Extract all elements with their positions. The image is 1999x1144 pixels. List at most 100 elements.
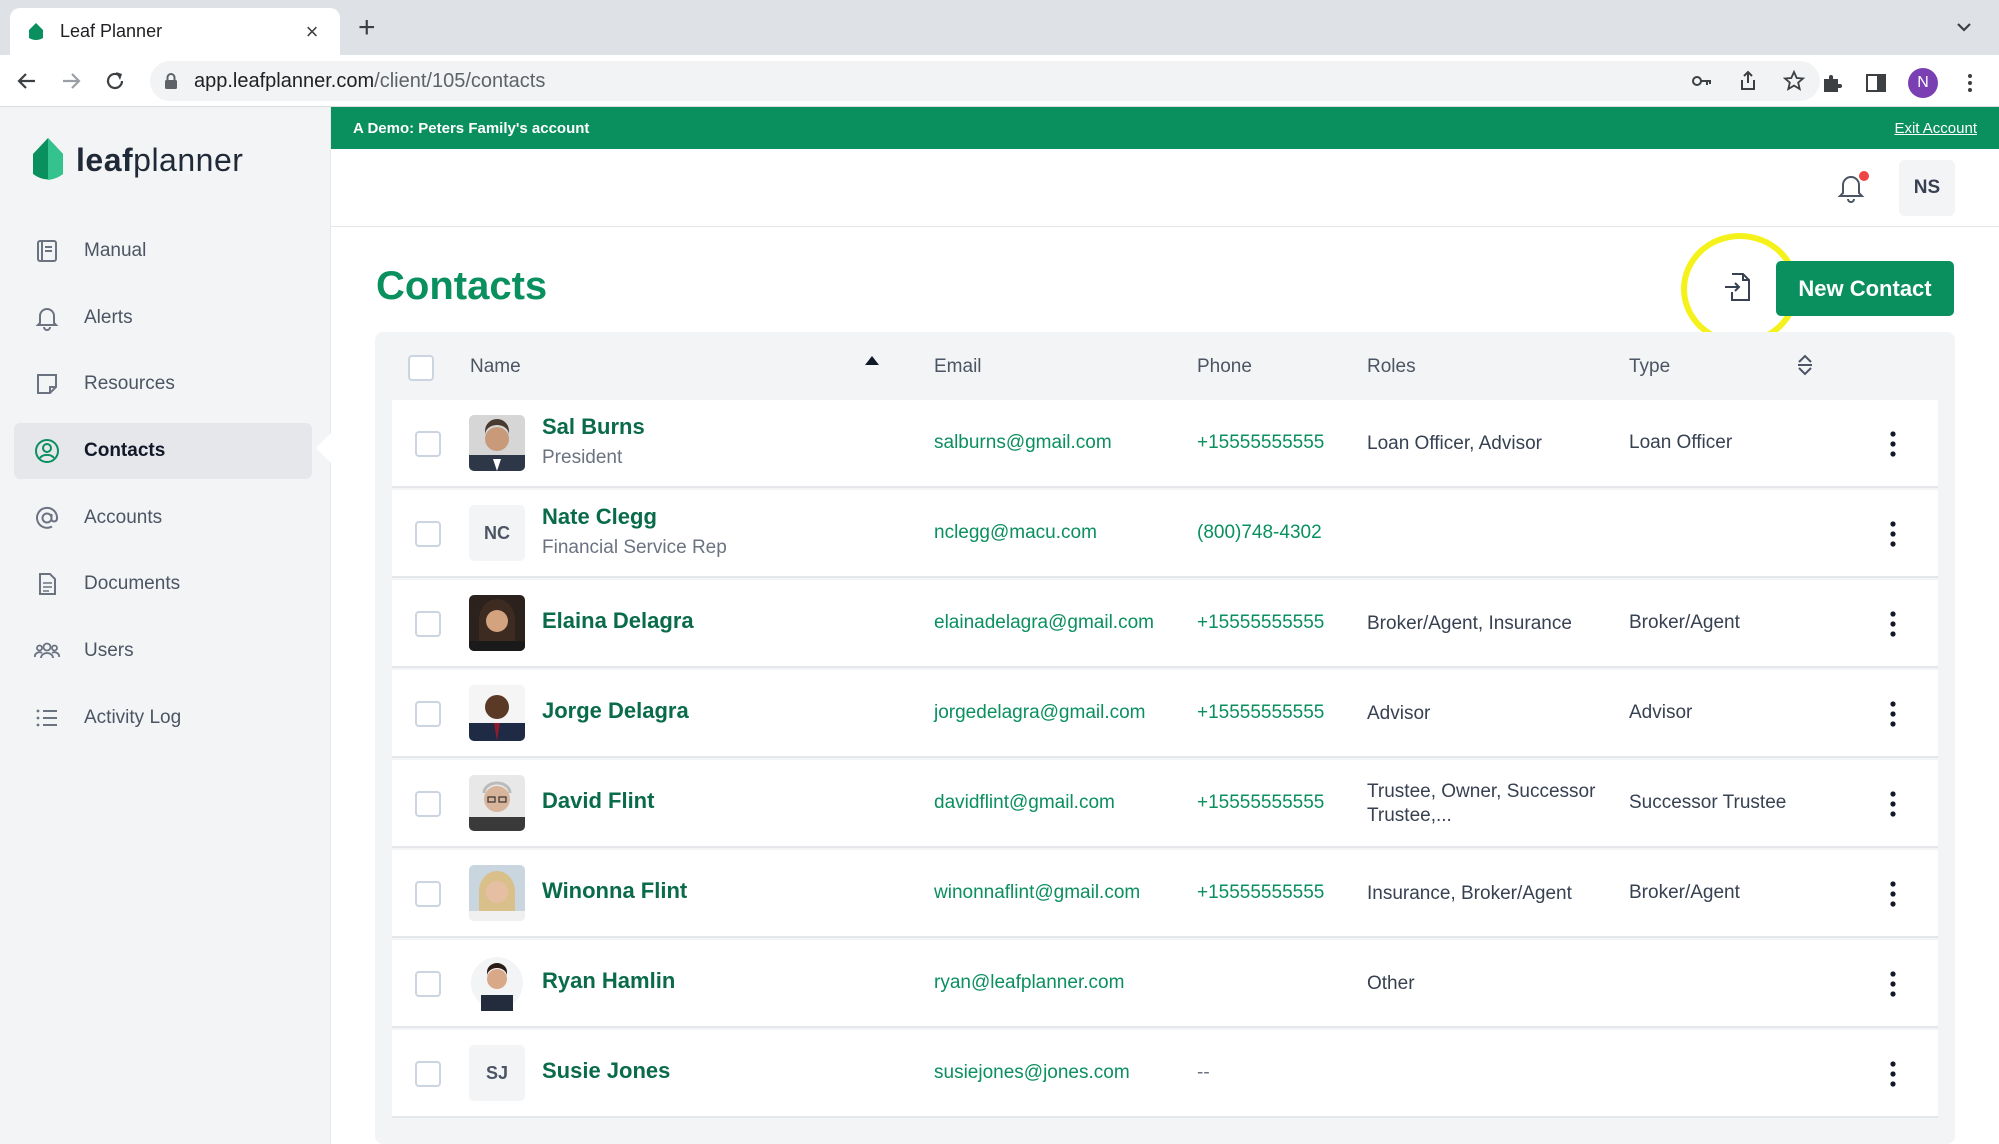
contact-email[interactable]: jorgedelagra@gmail.com <box>934 702 1146 724</box>
sort-asc-icon[interactable] <box>865 356 879 365</box>
select-all-checkbox[interactable] <box>408 355 434 381</box>
document-icon <box>39 573 56 596</box>
contact-name[interactable]: Nate Clegg <box>542 504 657 530</box>
more-vert-icon[interactable] <box>1889 970 1897 998</box>
more-vert-icon[interactable] <box>1889 610 1897 638</box>
sidebar-item-accounts[interactable]: Accounts <box>14 490 312 546</box>
contact-name[interactable]: Ryan Hamlin <box>542 968 675 994</box>
note-icon <box>37 374 57 395</box>
contact-roles: Trustee, Owner, Successor Trustee,... <box>1367 781 1596 826</box>
column-header-name[interactable]: Name <box>470 356 521 378</box>
contact-phone[interactable]: +15555555555 <box>1197 792 1324 814</box>
address-bar[interactable]: app.leafplanner.com/client/105/contacts <box>150 61 1820 101</box>
row-checkbox[interactable] <box>415 701 441 727</box>
lock-icon <box>165 73 177 89</box>
contact-email[interactable]: davidflint@gmail.com <box>934 792 1115 814</box>
table-row[interactable]: Jorge Delagra jorgedelagra@gmail.com +15… <box>392 670 1938 758</box>
contact-name[interactable]: Elaina Delagra <box>542 608 694 634</box>
contact-name[interactable]: Sal Burns <box>542 414 645 440</box>
key-icon[interactable] <box>1690 69 1714 93</box>
sidebar-item-contacts[interactable]: Contacts <box>14 423 312 480</box>
more-vert-icon[interactable] <box>1958 71 1982 95</box>
users-icon <box>34 642 60 659</box>
app-logo[interactable]: leafplanner <box>30 137 243 183</box>
sidebar-item-resources[interactable]: Resources <box>14 356 312 412</box>
row-checkbox[interactable] <box>415 881 441 907</box>
profile-avatar[interactable]: N <box>1908 68 1938 98</box>
star-icon[interactable] <box>1782 69 1806 93</box>
reload-icon[interactable] <box>102 68 128 94</box>
chevron-down-icon[interactable] <box>1953 16 1975 38</box>
table-row[interactable]: Elaina Delagra elainadelagra@gmail.com +… <box>392 580 1938 668</box>
column-header-email[interactable]: Email <box>934 356 982 378</box>
forward-arrow-icon[interactable] <box>58 68 84 94</box>
contact-phone[interactable]: +15555555555 <box>1197 882 1324 904</box>
side-panel-icon[interactable] <box>1864 71 1888 95</box>
avatar <box>469 415 525 471</box>
contact-type: Loan Officer <box>1629 432 1733 453</box>
contact-phone[interactable]: (800)748-4302 <box>1197 522 1322 544</box>
contact-name[interactable]: Susie Jones <box>542 1058 670 1084</box>
leaf-logo-icon <box>33 138 63 180</box>
contact-title: Financial Service Rep <box>542 537 727 558</box>
column-header-type[interactable]: Type <box>1629 356 1670 378</box>
table-row[interactable]: Winonna Flint winonnaflint@gmail.com +15… <box>392 850 1938 938</box>
more-vert-icon[interactable] <box>1889 880 1897 908</box>
avatar <box>469 955 525 1011</box>
share-icon[interactable] <box>1736 69 1760 93</box>
more-vert-icon[interactable] <box>1889 520 1897 548</box>
new-contact-button[interactable]: New Contact <box>1776 261 1954 316</box>
table-row[interactable]: NC Nate Clegg Financial Service Rep ncle… <box>392 490 1938 578</box>
more-vert-icon[interactable] <box>1889 1060 1897 1088</box>
row-checkbox[interactable] <box>415 431 441 457</box>
contact-email[interactable]: nclegg@macu.com <box>934 522 1097 544</box>
table-row[interactable]: David Flint davidflint@gmail.com +155555… <box>392 760 1938 848</box>
table-header: Name Email Phone Roles Type <box>375 332 1955 400</box>
contact-email[interactable]: salburns@gmail.com <box>934 432 1112 454</box>
column-header-roles[interactable]: Roles <box>1367 356 1416 378</box>
column-header-phone[interactable]: Phone <box>1197 356 1252 378</box>
table-row[interactable]: Sal Burns President salburns@gmail.com +… <box>392 400 1938 488</box>
table-row[interactable]: SJ Susie Jones susiejones@jones.com -- <box>392 1030 1938 1118</box>
sidebar-nav: Manual Alerts Resources Contacts Account… <box>14 223 312 757</box>
contact-email[interactable]: susiejones@jones.com <box>934 1062 1130 1084</box>
contact-email[interactable]: elainadelagra@gmail.com <box>934 612 1154 634</box>
demo-account-banner: A Demo: Peters Family's account Exit Acc… <box>331 107 1999 149</box>
puzzle-extension-icon[interactable] <box>1820 71 1844 95</box>
contact-phone[interactable]: +15555555555 <box>1197 702 1324 724</box>
sidebar-item-label: Activity Log <box>84 706 182 728</box>
demo-account-text: A Demo: Peters Family's account <box>353 119 590 137</box>
contact-name[interactable]: Winonna Flint <box>542 878 687 904</box>
exit-account-link[interactable]: Exit Account <box>1894 120 1977 137</box>
row-checkbox[interactable] <box>415 791 441 817</box>
contacts-table: Name Email Phone Roles Type Sal Burns Pr… <box>375 332 1955 1144</box>
contact-name[interactable]: David Flint <box>542 788 654 814</box>
sidebar: leafplanner Manual Alerts Resources Cont… <box>0 107 331 1144</box>
contact-email[interactable]: winonnaflint@gmail.com <box>934 882 1140 904</box>
new-tab-icon[interactable]: + <box>358 13 376 43</box>
table-row[interactable]: Ryan Hamlin ryan@leafplanner.com Other <box>392 940 1938 1028</box>
row-checkbox[interactable] <box>415 521 441 547</box>
contact-name[interactable]: Jorge Delagra <box>542 698 689 724</box>
row-checkbox[interactable] <box>415 971 441 997</box>
sidebar-item-alerts[interactable]: Alerts <box>14 290 312 346</box>
sidebar-item-documents[interactable]: Documents <box>14 556 312 612</box>
more-vert-icon[interactable] <box>1889 790 1897 818</box>
user-avatar[interactable]: NS <box>1899 160 1955 216</box>
sidebar-item-manual[interactable]: Manual <box>14 223 312 279</box>
contact-email[interactable]: ryan@leafplanner.com <box>934 972 1124 994</box>
sidebar-item-activity-log[interactable]: Activity Log <box>14 690 312 746</box>
notification-dot <box>1859 171 1869 181</box>
more-vert-icon[interactable] <box>1889 430 1897 458</box>
active-nav-pointer <box>316 432 332 464</box>
sort-toggle-icon[interactable] <box>1795 352 1815 378</box>
row-checkbox[interactable] <box>415 611 441 637</box>
browser-tab[interactable]: Leaf Planner × <box>10 8 340 55</box>
contact-phone[interactable]: +15555555555 <box>1197 612 1324 634</box>
row-checkbox[interactable] <box>415 1061 441 1087</box>
more-vert-icon[interactable] <box>1889 700 1897 728</box>
sidebar-item-users[interactable]: Users <box>14 623 312 679</box>
back-arrow-icon[interactable] <box>14 68 40 94</box>
contact-phone[interactable]: +15555555555 <box>1197 432 1324 454</box>
tab-close-icon[interactable]: × <box>300 19 324 45</box>
